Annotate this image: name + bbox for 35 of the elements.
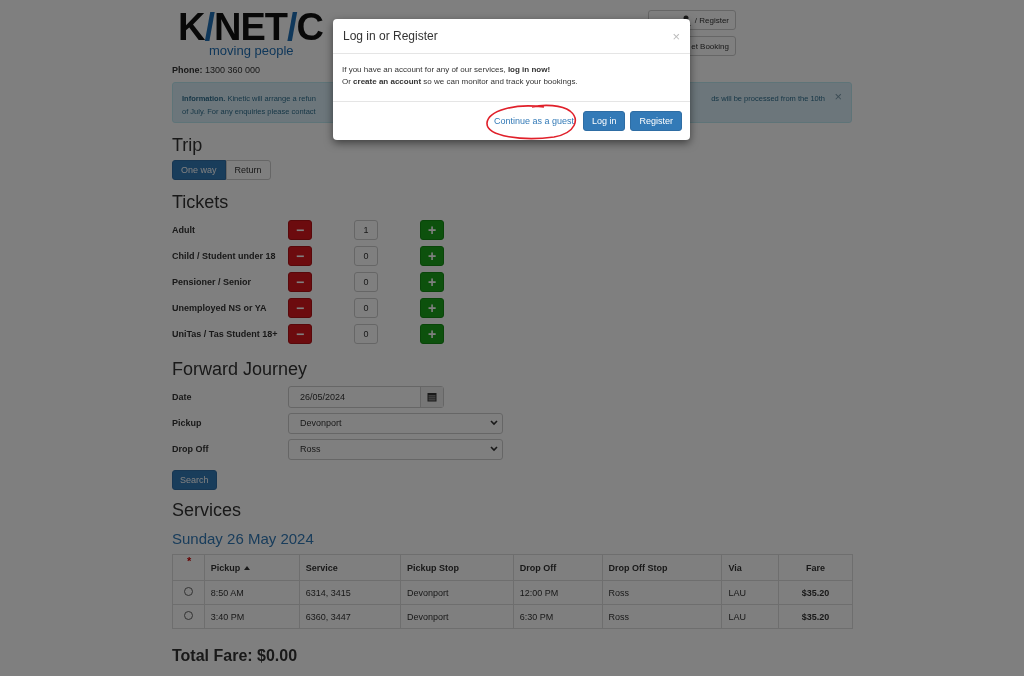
total-fare: Total Fare: $0.00: [172, 647, 299, 665]
table-cell: 3:40 PM: [204, 604, 300, 629]
dialog-title: Log in or Register: [343, 29, 438, 43]
table-cell: Devonport: [400, 580, 514, 605]
table-cell: 8:50 AM: [204, 580, 300, 605]
dialog-text: If you have an account for any of our services, log in now!: [342, 64, 552, 76]
table-cell: $35.20: [778, 580, 853, 605]
table-cell: Ross: [602, 580, 722, 605]
table-cell: Devonport: [400, 604, 514, 629]
date-heading: Sunday 26 May 2024: [172, 530, 315, 548]
table-cell: Ross: [602, 604, 722, 629]
table-cell: LAU: [722, 604, 779, 629]
logo-tagline: moving people: [209, 44, 295, 57]
field-label: Date: [172, 392, 193, 402]
section-heading: Trip: [172, 135, 204, 155]
ticket-label: Pensioner / Senior: [172, 277, 253, 287]
section-heading: Services: [172, 500, 243, 520]
field-label: Drop Off: [172, 444, 210, 454]
ticket-label: UniTas / Tas Student 18+: [172, 329, 279, 339]
field-label: Pickup: [172, 418, 203, 428]
dialog-text: Or create an account so we can monitor and track your bookings.: [342, 76, 579, 88]
table-cell: $35.20: [778, 604, 853, 629]
phone-number: Phone: 1300 360 000: [172, 65, 261, 75]
table-cell: 6360, 3447: [299, 604, 401, 629]
table-cell: LAU: [722, 580, 779, 605]
ticket-label: Adult: [172, 225, 196, 235]
section-heading: Forward Journey: [172, 359, 309, 379]
required-marker: *: [187, 555, 192, 567]
logo: K/NET/C: [178, 10, 324, 44]
section-heading: Tickets: [172, 192, 230, 212]
table-cell: 6314, 3415: [299, 580, 401, 605]
table-cell: 12:00 PM: [513, 580, 603, 605]
table-cell: 6:30 PM: [513, 604, 603, 629]
ticket-label: Unemployed NS or YA: [172, 303, 268, 313]
ticket-label: Child / Student under 18: [172, 251, 277, 261]
